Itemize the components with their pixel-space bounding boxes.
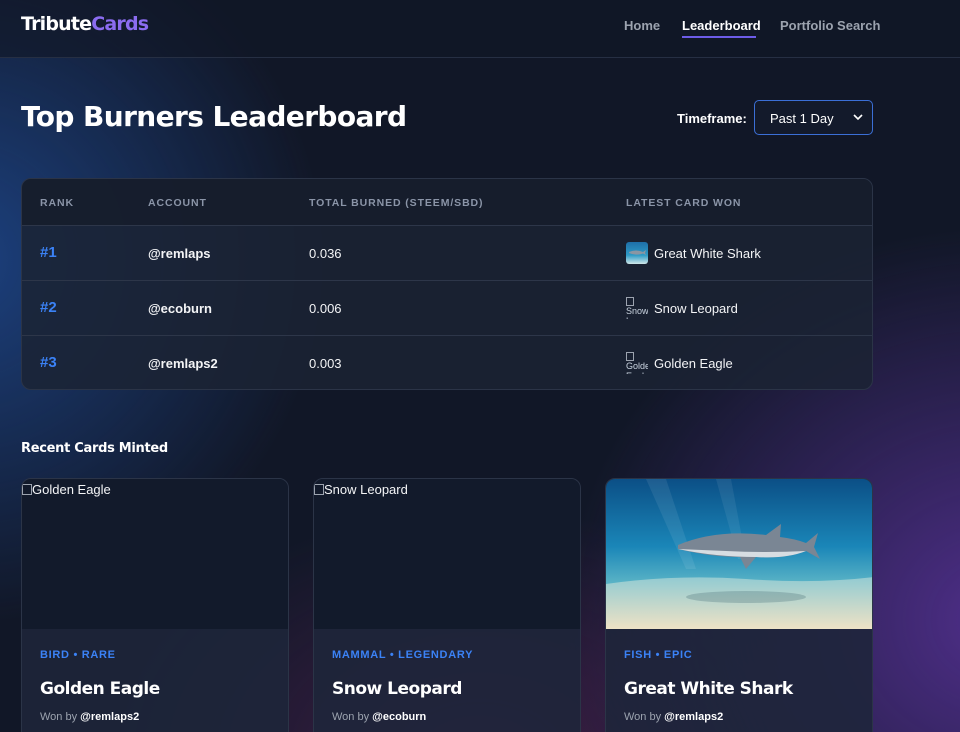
- card-category: FISH • EPIC: [624, 649, 693, 661]
- leaderboard-table: RANK ACCOUNT TOTAL BURNED (STEEM/SBD) LA…: [21, 178, 873, 390]
- card-image-placeholder: Snow Leopard: [314, 479, 580, 629]
- nav-portfolio-search[interactable]: Portfolio Search: [780, 18, 880, 33]
- broken-image-icon: Snow Leopard: [314, 482, 408, 497]
- card-thumbnail-alt: Golden Eagle: [626, 361, 648, 374]
- account-link[interactable]: @ecoburn: [148, 301, 212, 316]
- card-image-alt: Snow Leopard: [324, 482, 408, 497]
- card-image-alt: Golden Eagle: [32, 482, 111, 497]
- chevron-down-icon: [853, 114, 863, 121]
- timeframe-select[interactable]: Past 1 Day: [754, 100, 873, 135]
- broken-image-icon: Golden Eagle: [22, 482, 111, 497]
- card-thumbnail-alt: Snow Leopard: [626, 306, 648, 319]
- card-tile-great-white-shark[interactable]: FISH • EPIC Great White Shark Won by @re…: [605, 478, 873, 732]
- column-header-latest-card: LATEST CARD WON: [626, 197, 742, 209]
- nav-home[interactable]: Home: [624, 18, 660, 33]
- card-thumbnail-shark: [626, 242, 648, 264]
- broken-image-icon: Golden Eagle: [626, 352, 648, 374]
- table-row: #3 @remlaps2 0.003 Golden Eagle Golden E…: [22, 335, 872, 389]
- rank-cell: #1: [40, 244, 57, 261]
- card-category: MAMMAL • LEGENDARY: [332, 649, 474, 661]
- burned-amount: 0.003: [309, 356, 342, 371]
- burned-amount: 0.006: [309, 301, 342, 316]
- card-name: Great White Shark: [624, 679, 793, 699]
- column-header-total-burned: TOTAL BURNED (STEEM/SBD): [309, 197, 484, 209]
- winner-account-link[interactable]: @ecoburn: [372, 711, 426, 723]
- card-image-placeholder: Golden Eagle: [22, 479, 288, 629]
- table-header-row: RANK ACCOUNT TOTAL BURNED (STEEM/SBD) LA…: [22, 179, 872, 226]
- rank-cell: #2: [40, 299, 57, 316]
- nav-leaderboard[interactable]: Leaderboard: [682, 18, 761, 33]
- account-link[interactable]: @remlaps: [148, 246, 211, 261]
- card-winner: Won by @remlaps2: [40, 711, 140, 723]
- latest-card-name: Great White Shark: [654, 246, 761, 261]
- column-header-account: ACCOUNT: [148, 197, 207, 209]
- rank-cell: #3: [40, 354, 57, 371]
- card-winner: Won by @ecoburn: [332, 711, 427, 723]
- burned-amount: 0.036: [309, 246, 342, 261]
- card-category: BIRD • RARE: [40, 649, 116, 661]
- table-row: #1 @remlaps 0.036 Great White Shark: [22, 225, 872, 280]
- winner-account-link[interactable]: @remlaps2: [664, 711, 723, 723]
- brand-name-part2: Cards: [91, 13, 149, 35]
- broken-image-icon: Snow Leopard: [626, 297, 648, 319]
- winner-account-link[interactable]: @remlaps2: [80, 711, 139, 723]
- card-name: Golden Eagle: [40, 679, 160, 699]
- latest-card-name: Golden Eagle: [654, 356, 733, 371]
- timeframe-selected-value: Past 1 Day: [770, 111, 834, 126]
- brand-name-part1: Tribute: [21, 13, 92, 35]
- timeframe-label: Timeframe:: [677, 111, 747, 126]
- table-row: #2 @ecoburn 0.006 Snow Leopard Snow Leop…: [22, 280, 872, 335]
- column-header-rank: RANK: [40, 197, 74, 209]
- top-navbar: TributeCards Home Leaderboard Portfolio …: [0, 0, 960, 58]
- account-link[interactable]: @remlaps2: [148, 356, 218, 371]
- latest-card-name: Snow Leopard: [654, 301, 738, 316]
- card-winner: Won by @remlaps2: [624, 711, 724, 723]
- card-name: Snow Leopard: [332, 679, 462, 699]
- card-tile-golden-eagle[interactable]: Golden Eagle BIRD • RARE Golden Eagle Wo…: [21, 478, 289, 732]
- page-title: Top Burners Leaderboard: [21, 100, 407, 133]
- recent-cards-title: Recent Cards Minted: [21, 441, 168, 456]
- card-tile-snow-leopard[interactable]: Snow Leopard MAMMAL • LEGENDARY Snow Leo…: [313, 478, 581, 732]
- nav-active-underline: [682, 36, 756, 38]
- card-image-shark: [606, 479, 872, 629]
- brand-logo[interactable]: TributeCards: [21, 13, 149, 35]
